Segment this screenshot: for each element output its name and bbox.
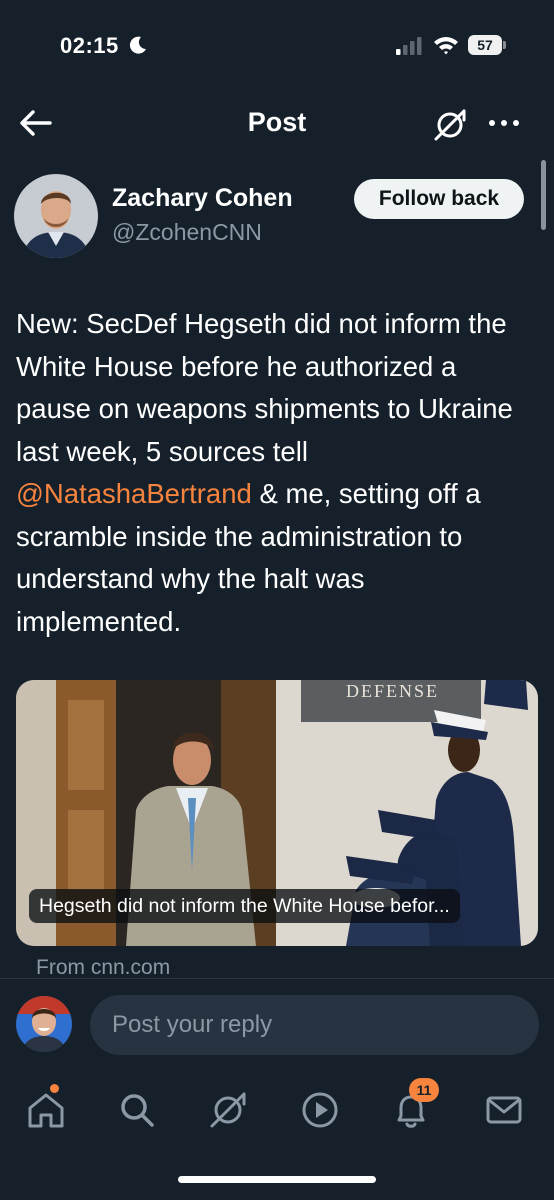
moon-icon <box>129 36 146 54</box>
tab-grok[interactable] <box>206 1088 250 1132</box>
home-icon <box>28 1093 64 1128</box>
tab-notifications[interactable]: 11 <box>389 1078 439 1132</box>
tab-messages[interactable] <box>482 1088 526 1132</box>
search-icon <box>121 1094 154 1127</box>
post-text-part: New: SecDef Hegseth did not inform the W… <box>16 308 513 467</box>
status-bar: 02:15 57 <box>0 0 554 90</box>
battery-tip <box>503 41 506 49</box>
mention-link[interactable]: @NatashaBertrand <box>16 478 252 509</box>
author-name[interactable]: Zachary Cohen <box>112 184 293 213</box>
bottom-tab-bar: 11 <box>0 1068 554 1200</box>
post-author: Zachary Cohen @ZcohenCNN Follow back <box>0 172 554 262</box>
wifi-icon <box>434 37 458 55</box>
battery-indicator: 57 <box>468 35 506 55</box>
battery-level: 57 <box>468 35 502 55</box>
status-time: 02:15 <box>60 33 119 58</box>
grok-icon[interactable] <box>430 105 470 145</box>
card-caption: Hegseth did not inform the White House b… <box>29 889 460 923</box>
cellular-signal-icon <box>396 37 422 55</box>
page-title: Post <box>247 107 307 137</box>
link-card[interactable]: DEFENSE Hegseth did not inform the White… <box>16 680 538 946</box>
tab-video[interactable] <box>298 1088 342 1132</box>
reply-input[interactable]: Post your reply <box>90 995 539 1055</box>
notifications-badge: 11 <box>409 1078 439 1102</box>
grok-icon <box>210 1092 246 1128</box>
card-source-link[interactable]: From cnn.com <box>36 956 170 980</box>
tab-search[interactable] <box>115 1088 159 1132</box>
more-options-icon[interactable] <box>484 111 524 135</box>
author-handle[interactable]: @ZcohenCNN <box>112 219 262 246</box>
tab-home[interactable] <box>24 1084 68 1132</box>
top-bar: Post <box>0 95 554 151</box>
home-unread-dot <box>50 1084 59 1093</box>
messages-icon <box>486 1096 522 1124</box>
post-text: New: SecDef Hegseth did not inform the W… <box>16 303 536 643</box>
author-avatar[interactable] <box>14 174 98 258</box>
defense-sign-text: DEFENSE <box>346 681 439 701</box>
reply-bar: Post your reply <box>0 978 554 1068</box>
follow-back-button[interactable]: Follow back <box>354 179 524 219</box>
video-icon <box>302 1092 338 1128</box>
home-indicator[interactable] <box>178 1176 376 1183</box>
user-avatar[interactable] <box>16 996 72 1052</box>
